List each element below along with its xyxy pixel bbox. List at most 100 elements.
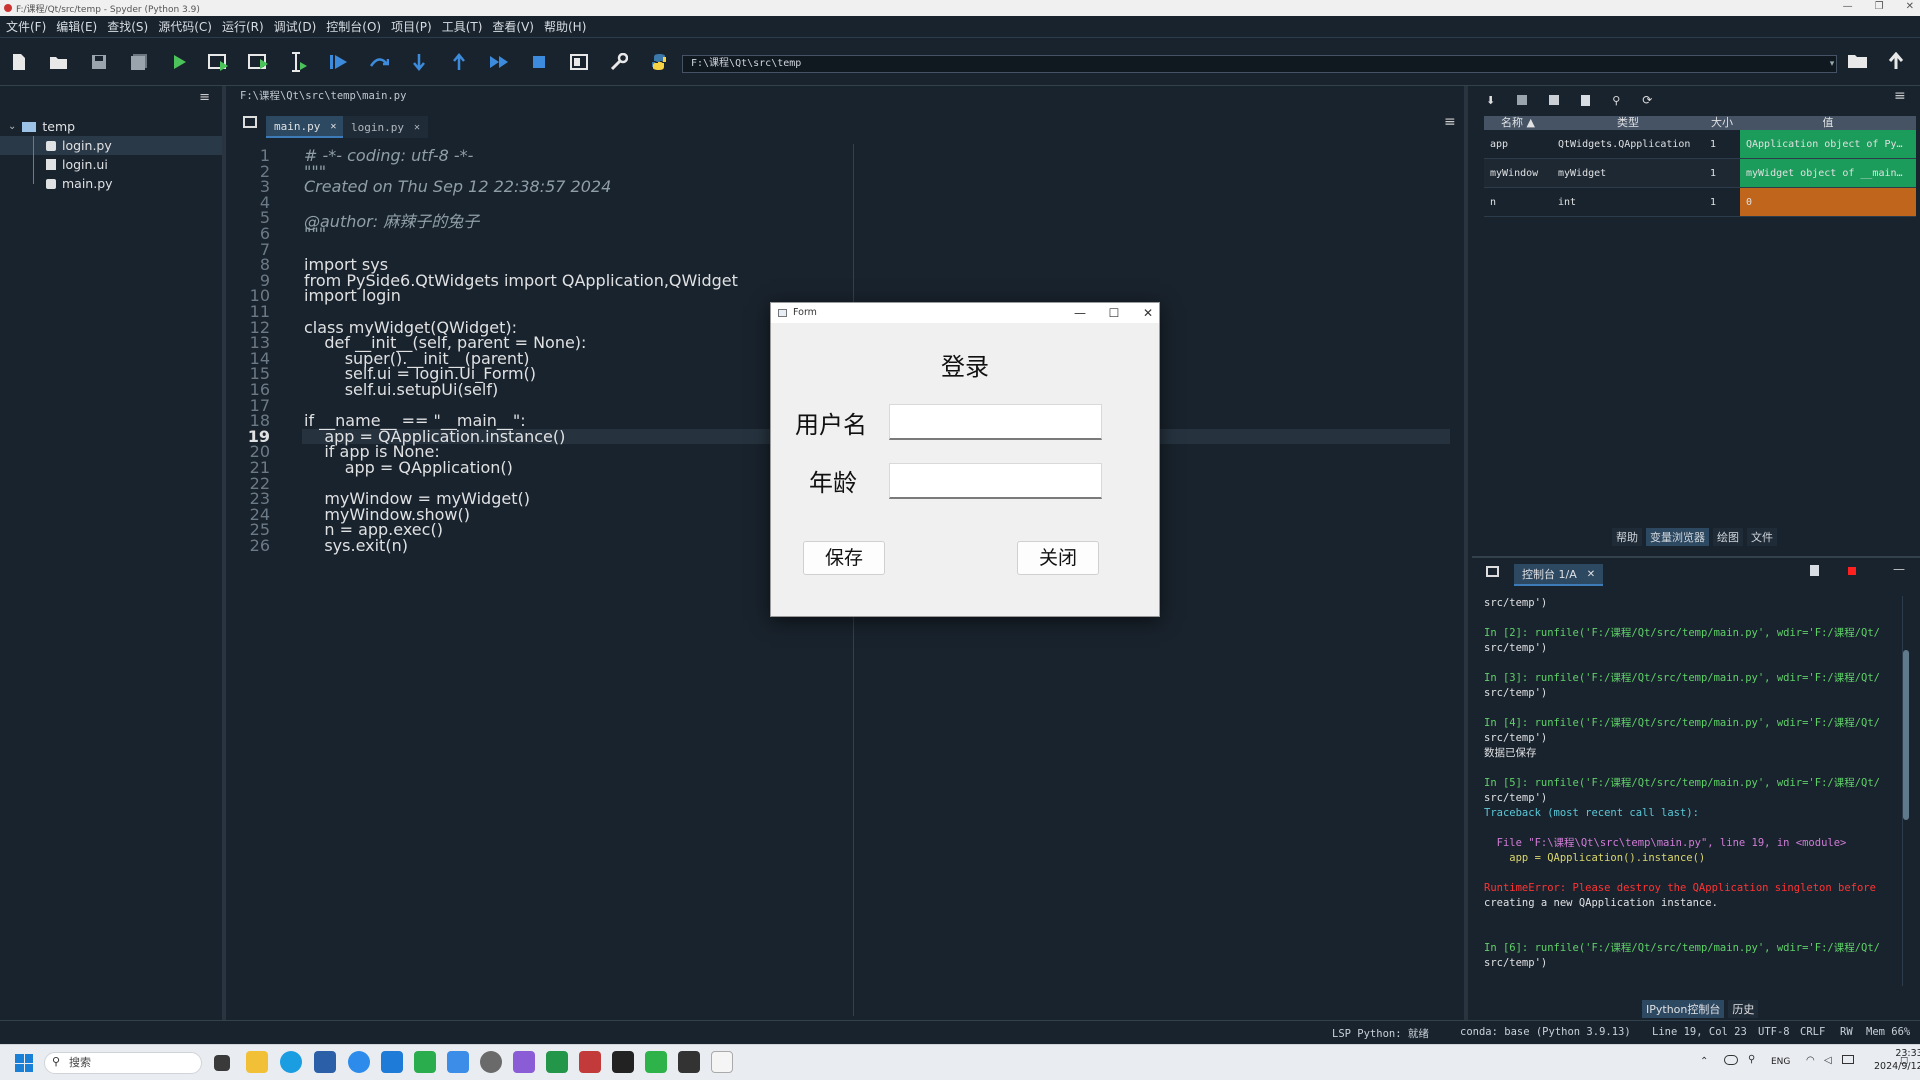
column-header-value[interactable]: 值 (1740, 116, 1916, 130)
run-icon[interactable] (168, 50, 192, 74)
app-icon[interactable] (645, 1051, 667, 1073)
step-return-icon[interactable] (447, 50, 471, 74)
menu-view[interactable]: 查看(V) (492, 18, 534, 35)
visual-studio-icon[interactable] (513, 1051, 535, 1073)
column-header-size[interactable]: 大小 (1704, 116, 1740, 130)
lsp-status[interactable]: LSP Python: 就绪 (1332, 1026, 1429, 1041)
tab-console[interactable]: 控制台 1/A ✕ (1514, 564, 1604, 586)
notepad-icon[interactable] (711, 1051, 733, 1073)
wechat-icon[interactable] (414, 1051, 436, 1073)
browse-tabs-icon[interactable] (1486, 566, 1499, 577)
file-explorer-icon[interactable] (246, 1051, 268, 1073)
save-data-icon[interactable] (1517, 95, 1528, 105)
run-selection-icon[interactable] (287, 50, 311, 74)
terminal-icon[interactable] (678, 1051, 700, 1073)
battery-icon[interactable] (1842, 1055, 1854, 1064)
console-output[interactable]: src/temp') In [2]: runfile('F:/课程/Qt/src/… (1484, 596, 1904, 988)
tray-chevron-icon[interactable]: ⌃ (1700, 1056, 1708, 1067)
minimize-icon[interactable]: — (1893, 562, 1905, 576)
menu-file[interactable]: 文件(F) (6, 18, 46, 35)
menu-debug[interactable]: 调试(D) (274, 18, 317, 35)
app-icon[interactable] (612, 1051, 634, 1073)
taskbar-clock[interactable]: 23:33 2024/9/12 (1874, 1047, 1920, 1073)
windows-start-icon[interactable] (15, 1054, 33, 1072)
tree-folder-temp[interactable]: ⌄ temp (0, 117, 222, 136)
variable-cell-size[interactable]: 1 (1704, 188, 1740, 217)
tab-files[interactable]: 文件 (1747, 528, 1777, 546)
minimize-icon[interactable]: — (1843, 1, 1853, 12)
python-path-icon[interactable] (647, 50, 671, 74)
pane-menu-icon[interactable]: ≡ (1894, 88, 1906, 104)
close-icon[interactable]: ✕ (414, 122, 420, 133)
save-data-as-icon[interactable] (1549, 95, 1560, 105)
app-icon[interactable] (348, 1051, 370, 1073)
app-icon[interactable] (546, 1051, 568, 1073)
tab-ipython-console[interactable]: IPython控制台 (1642, 1000, 1725, 1018)
menu-tools[interactable]: 工具(T) (442, 18, 483, 35)
import-data-icon[interactable]: ⬇ (1486, 94, 1495, 107)
variable-cell-size[interactable]: 1 (1704, 159, 1740, 188)
debug-icon[interactable] (327, 50, 351, 74)
variable-cell-type[interactable]: int (1552, 188, 1704, 217)
conda-status[interactable]: conda: base (Python 3.9.13) (1460, 1026, 1631, 1038)
tab-main-py[interactable]: main.py ✕ (266, 116, 345, 138)
username-input[interactable] (889, 404, 1102, 440)
wifi-icon[interactable]: ◠ (1806, 1055, 1815, 1066)
run-cell-icon[interactable] (207, 50, 231, 74)
menu-projects[interactable]: 项目(P) (391, 18, 432, 35)
volume-icon[interactable]: ◁ (1824, 1055, 1832, 1066)
close-icon[interactable]: ✕ (1906, 1, 1914, 12)
step-icon[interactable] (367, 50, 391, 74)
tab-history[interactable]: 历史 (1728, 1000, 1759, 1018)
menu-run[interactable]: 运行(R) (222, 18, 264, 35)
close-button[interactable]: 关闭 (1017, 541, 1099, 575)
variable-cell-name[interactable]: n (1484, 188, 1552, 217)
restore-icon[interactable]: ❐ (1875, 1, 1884, 12)
tab-variable-explorer[interactable]: 变量浏览器 (1646, 528, 1709, 546)
task-view-icon[interactable] (214, 1055, 230, 1071)
refresh-icon[interactable]: ⟳ (1642, 93, 1652, 107)
column-header-type[interactable]: 类型 (1552, 116, 1704, 130)
console-scrollbar-thumb[interactable] (1903, 650, 1909, 820)
save-all-icon[interactable] (127, 50, 151, 74)
parent-directory-icon[interactable] (1888, 51, 1910, 74)
search-icon[interactable]: ⚲ (1612, 94, 1620, 107)
menu-edit[interactable]: 编辑(E) (56, 18, 97, 35)
input-language[interactable]: ENG (1771, 1057, 1790, 1067)
menu-source[interactable]: 源代码(C) (158, 18, 212, 35)
continue-icon[interactable] (487, 50, 511, 74)
spyder-icon[interactable] (579, 1051, 601, 1073)
location-icon[interactable]: ⚲ (1748, 1054, 1755, 1065)
step-into-icon[interactable] (407, 50, 431, 74)
remove-all-icon[interactable] (1810, 565, 1819, 576)
mail-icon[interactable] (381, 1051, 403, 1073)
edge-browser-icon[interactable] (280, 1051, 302, 1073)
stop-icon[interactable] (527, 50, 551, 74)
variable-cell-value[interactable]: 0 (1740, 188, 1916, 217)
variable-cell-name[interactable]: app (1484, 130, 1552, 159)
close-icon[interactable]: ✕ (330, 121, 336, 132)
app-icon[interactable] (480, 1051, 502, 1073)
maximize-icon[interactable]: ☐ (1099, 303, 1129, 323)
tab-plots[interactable]: 绘图 (1713, 528, 1743, 546)
browse-tabs-icon[interactable] (243, 116, 257, 128)
stop-kernel-icon[interactable] (1848, 567, 1856, 575)
menu-help[interactable]: 帮助(H) (544, 18, 586, 35)
remove-all-icon[interactable] (1581, 94, 1591, 106)
variable-cell-type[interactable]: QtWidgets.QApplication (1552, 130, 1704, 159)
chevron-down-icon[interactable]: ▾ (1826, 55, 1838, 73)
tab-login-py[interactable]: login.py ✕ (343, 116, 429, 138)
close-icon[interactable]: ✕ (1587, 569, 1595, 580)
maximize-pane-icon[interactable] (567, 50, 591, 74)
menu-search[interactable]: 查找(S) (107, 18, 148, 35)
open-file-icon[interactable] (47, 50, 71, 74)
cloud-icon[interactable] (1724, 1055, 1738, 1065)
working-directory-input[interactable]: F:\课程\Qt\src\temp (682, 55, 1837, 73)
preferences-icon[interactable] (607, 50, 631, 74)
variable-cell-size[interactable]: 1 (1704, 130, 1740, 159)
menu-console[interactable]: 控制台(O) (326, 18, 381, 35)
pane-menu-icon[interactable]: ≡ (199, 90, 210, 105)
new-file-icon[interactable] (7, 50, 31, 74)
minimize-icon[interactable]: — (1065, 303, 1095, 323)
column-header-name[interactable]: 名称 ▲ (1484, 116, 1552, 130)
